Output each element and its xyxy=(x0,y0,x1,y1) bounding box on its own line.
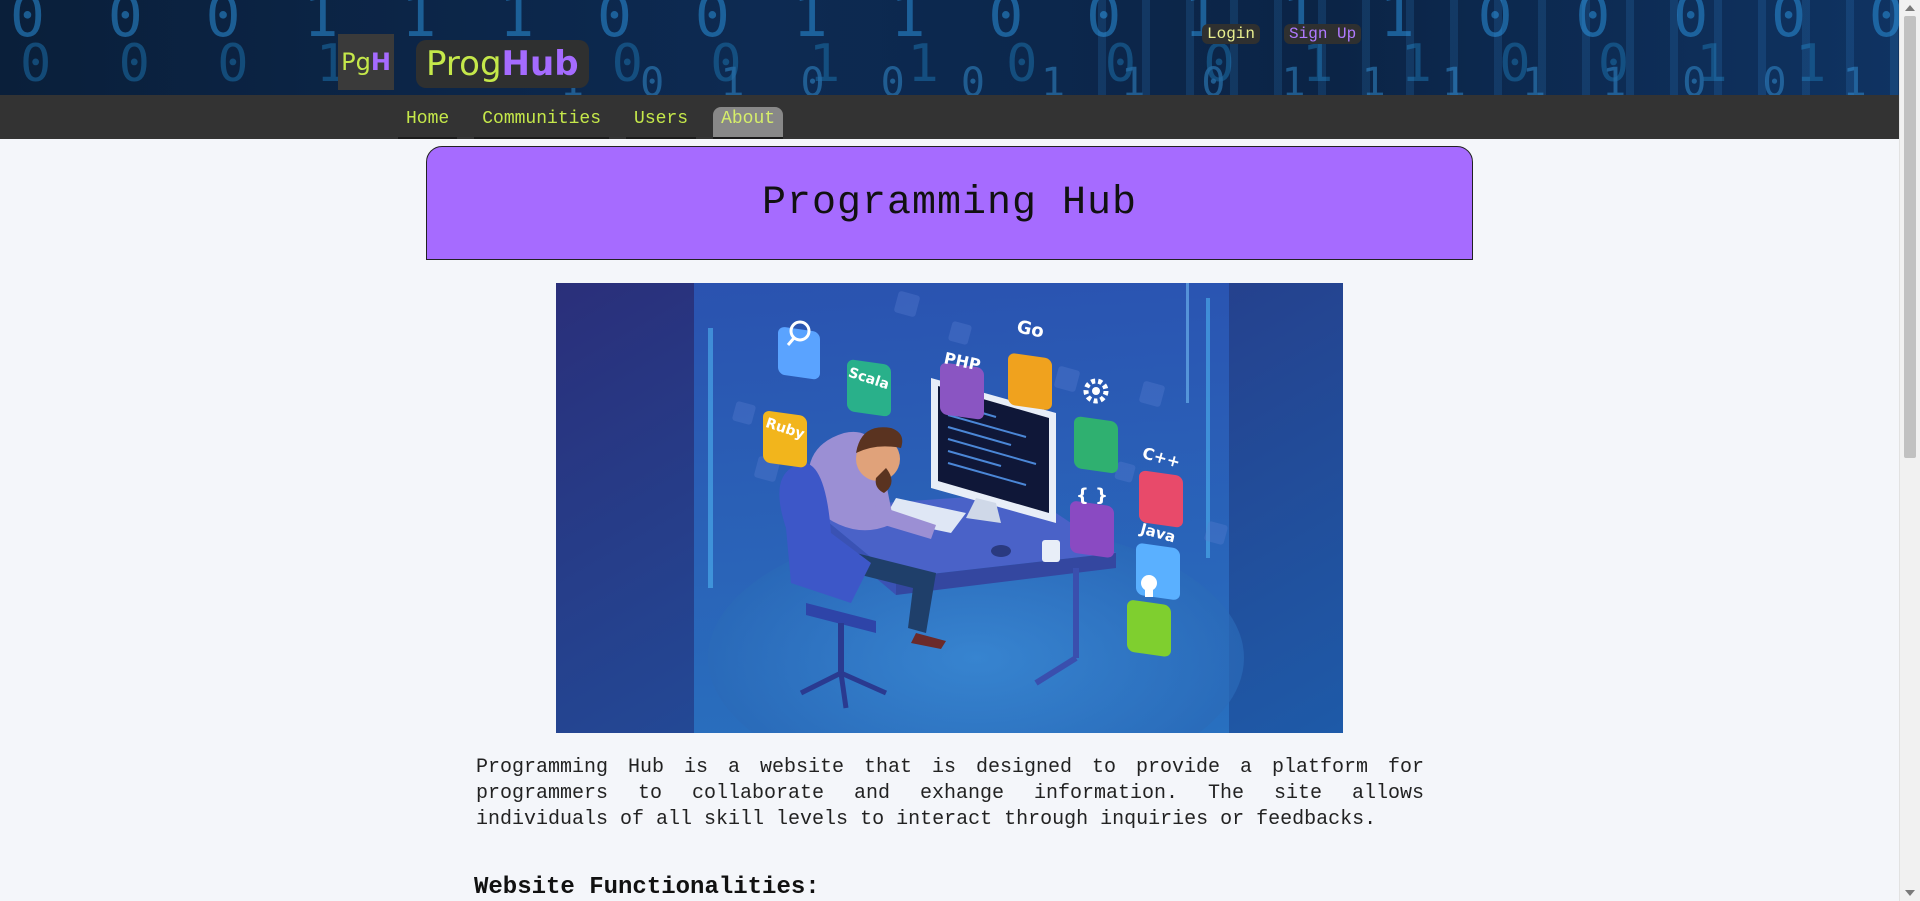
scroll-down-arrow-icon[interactable] xyxy=(1905,890,1915,896)
braces-badge: { } xyxy=(1070,485,1114,558)
auth-links: Login Sign Up xyxy=(1202,24,1362,44)
nav-item-communities[interactable]: Communities xyxy=(474,107,610,139)
php-badge: PHP xyxy=(940,348,984,420)
scala-badge: Scala xyxy=(846,359,891,417)
java-badge: Java xyxy=(1136,519,1180,600)
main-nav: Home Communities Users About xyxy=(398,107,784,139)
nav-item-users[interactable]: Users xyxy=(626,107,697,139)
page-hero: Programming Hub xyxy=(426,146,1473,260)
nav-item-home[interactable]: Home xyxy=(398,107,458,139)
programmer-illustration: Scala PHP Go Ruby C++ { } Java xyxy=(556,283,1343,733)
nav-item-about[interactable]: About xyxy=(713,107,784,139)
braces-badge-label: { } xyxy=(1076,485,1108,506)
page-title: Programming Hub xyxy=(761,180,1138,226)
cpp-badge: C++ xyxy=(1139,443,1183,528)
page-scrollbar[interactable] xyxy=(1899,0,1920,901)
signup-button[interactable]: Sign Up xyxy=(1284,24,1362,44)
brand-name[interactable]: Prog Hub xyxy=(416,40,589,88)
brand-text-right: Hub xyxy=(501,44,579,84)
site-logo[interactable]: Pg H xyxy=(338,34,394,90)
header-banner: 0 0 0 1 1 1 0 0 1 1 0 0 1 1 1 0 0 0 0 0 … xyxy=(0,0,1900,95)
brand-text-left: Prog xyxy=(426,44,502,84)
site-description: Programming Hub is a website that is des… xyxy=(476,756,1424,831)
scroll-up-arrow-icon[interactable] xyxy=(1905,5,1915,11)
scroll-thumb[interactable] xyxy=(1904,16,1916,458)
functionalities-heading: Website Functionalities: xyxy=(474,874,820,901)
login-button[interactable]: Login xyxy=(1202,24,1261,44)
ruby-badge: Ruby xyxy=(763,411,807,468)
logo-text-right: H xyxy=(370,48,391,76)
main-nav-bar: Home Communities Users About xyxy=(0,95,1900,139)
banner-glow xyxy=(1080,0,1900,95)
logo-text-left: Pg xyxy=(341,48,371,76)
